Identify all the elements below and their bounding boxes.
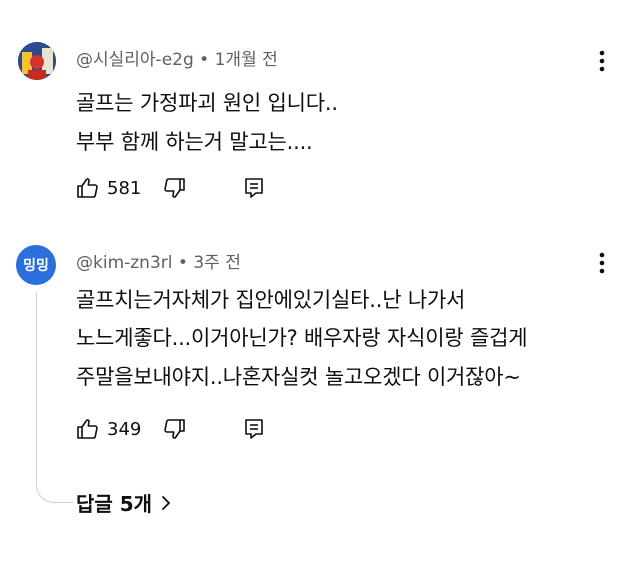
reply-icon [245, 178, 263, 198]
comment-time[interactable]: 1개월 전 [215, 50, 278, 70]
replies-label: 답글 5개 [76, 492, 153, 516]
author-name[interactable]: @kim-zn3rl [76, 253, 173, 273]
reply-thread-line [36, 292, 73, 503]
comment-text-line: 골프치는거자체가 집안에있기실타..난 나가서 [76, 288, 466, 312]
reply-icon [245, 419, 263, 439]
comment-meta: @시실리아-e2g • 1개월 전 [76, 45, 278, 70]
view-replies-button[interactable]: 답글 5개 [76, 488, 172, 517]
thumb-down-icon [164, 178, 185, 198]
comment-text-line: 노느게좋다...이거아닌가? 배우자랑 자식이랑 즐겁게 [76, 326, 528, 350]
more-vert-icon[interactable] [594, 252, 610, 279]
avatar-initials: 밍밍 [23, 258, 49, 274]
like-button[interactable] [76, 417, 100, 445]
dislike-button[interactable] [162, 417, 186, 445]
comment-text-line: 골프는 가정파괴 원인 입니다.. [76, 91, 338, 115]
author-name[interactable]: @시실리아-e2g [76, 50, 194, 70]
avatar[interactable] [18, 42, 56, 80]
thumb-down-icon [164, 419, 185, 439]
like-button[interactable] [76, 176, 100, 204]
like-count: 581 [107, 178, 142, 199]
comment-text-line: 부부 함께 하는거 말고는.... [76, 130, 313, 154]
comment-time[interactable]: 3주 전 [193, 253, 241, 273]
more-vert-icon[interactable] [594, 50, 610, 77]
meta-separator: • [199, 50, 210, 70]
meta-separator: • [177, 253, 188, 273]
thumb-up-icon [77, 178, 98, 198]
comment-meta: @kim-zn3rl • 3주 전 [76, 248, 241, 273]
dislike-button[interactable] [162, 176, 186, 204]
thumb-up-icon [77, 419, 98, 439]
chevron-right-icon [162, 495, 170, 510]
avatar[interactable]: 밍밍 [16, 245, 56, 285]
reply-button[interactable] [242, 417, 266, 445]
comment-text-line: 주말을보내야지..나혼자실컷 놀고오겠다 이거잖아~ [76, 365, 521, 389]
like-count: 349 [107, 419, 142, 440]
reply-button[interactable] [242, 176, 266, 204]
